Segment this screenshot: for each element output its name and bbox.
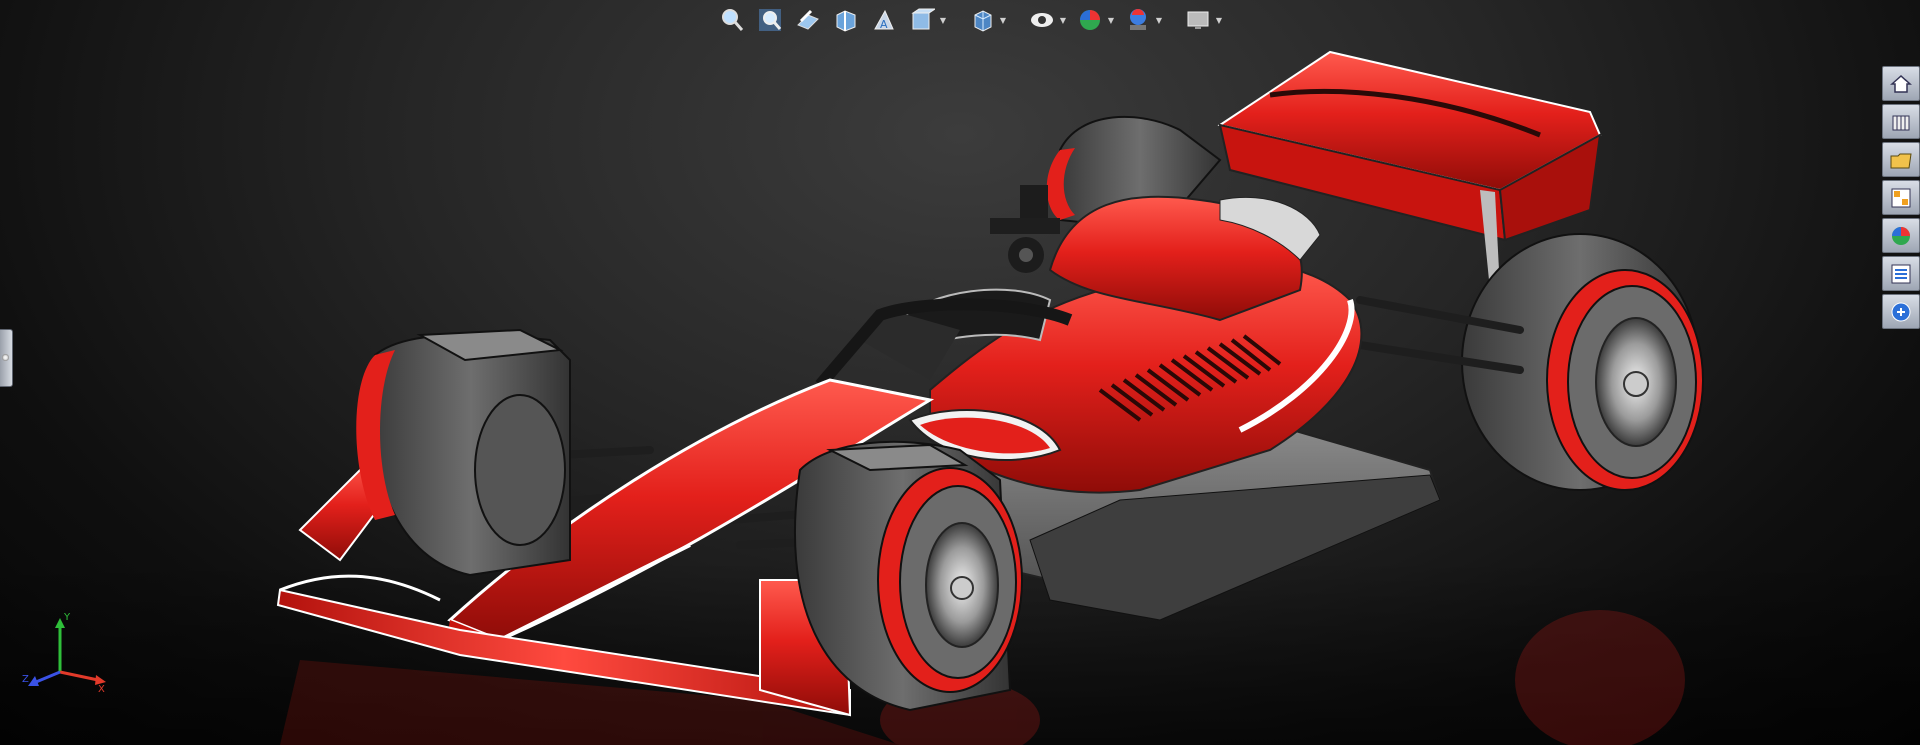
file-explorer-icon[interactable]: [1882, 142, 1920, 177]
apply-scene-icon[interactable]: [1122, 4, 1154, 36]
heads-up-view-toolbar: A ▼ ▼ ▼ ▼ ▼ ▼: [716, 2, 1224, 38]
solidworks-resources-icon[interactable]: [1882, 66, 1920, 101]
display-style-dropdown[interactable]: ▼: [998, 4, 1008, 36]
edit-appearance-icon[interactable]: [1074, 4, 1106, 36]
solidworks-forum-icon[interactable]: [1882, 294, 1920, 329]
front-left-tire: [356, 328, 571, 577]
view-orientation-icon[interactable]: [906, 4, 938, 36]
hide-show-items-dropdown[interactable]: ▼: [1058, 4, 1068, 36]
view-settings-icon[interactable]: [1182, 4, 1214, 36]
f1-car-model[interactable]: [0, 0, 1920, 745]
section-view-icon[interactable]: [830, 4, 862, 36]
zoom-to-area-icon[interactable]: [754, 4, 786, 36]
rear-right-tire: [1461, 233, 1704, 491]
view-orientation-dropdown[interactable]: ▼: [938, 4, 948, 36]
handle-dot-icon: [2, 354, 9, 361]
previous-view-icon[interactable]: [792, 4, 824, 36]
graphics-area[interactable]: A ▼ ▼ ▼ ▼ ▼ ▼ Y X Z: [0, 0, 1920, 745]
custom-properties-icon[interactable]: [1882, 256, 1920, 291]
feature-manager-collapse-handle[interactable]: [0, 329, 13, 387]
triad-y-label: Y: [64, 612, 71, 623]
zoom-to-fit-icon[interactable]: [716, 4, 748, 36]
reference-triad: Y X Z: [18, 612, 110, 702]
apply-scene-dropdown[interactable]: ▼: [1154, 4, 1164, 36]
dynamic-annotation-icon[interactable]: A: [868, 4, 900, 36]
triad-x-label: X: [98, 684, 105, 695]
triad-z-label: Z: [22, 674, 29, 685]
edit-appearance-dropdown[interactable]: ▼: [1106, 4, 1116, 36]
appearances-scenes-icon[interactable]: [1882, 218, 1920, 253]
design-library-icon[interactable]: [1882, 104, 1920, 139]
hide-show-items-icon[interactable]: [1026, 4, 1058, 36]
display-style-icon[interactable]: [966, 4, 998, 36]
view-palette-icon[interactable]: [1882, 180, 1920, 215]
view-settings-dropdown[interactable]: ▼: [1214, 4, 1224, 36]
task-pane-tabs: [1880, 66, 1920, 329]
svg-text:A: A: [880, 18, 888, 31]
